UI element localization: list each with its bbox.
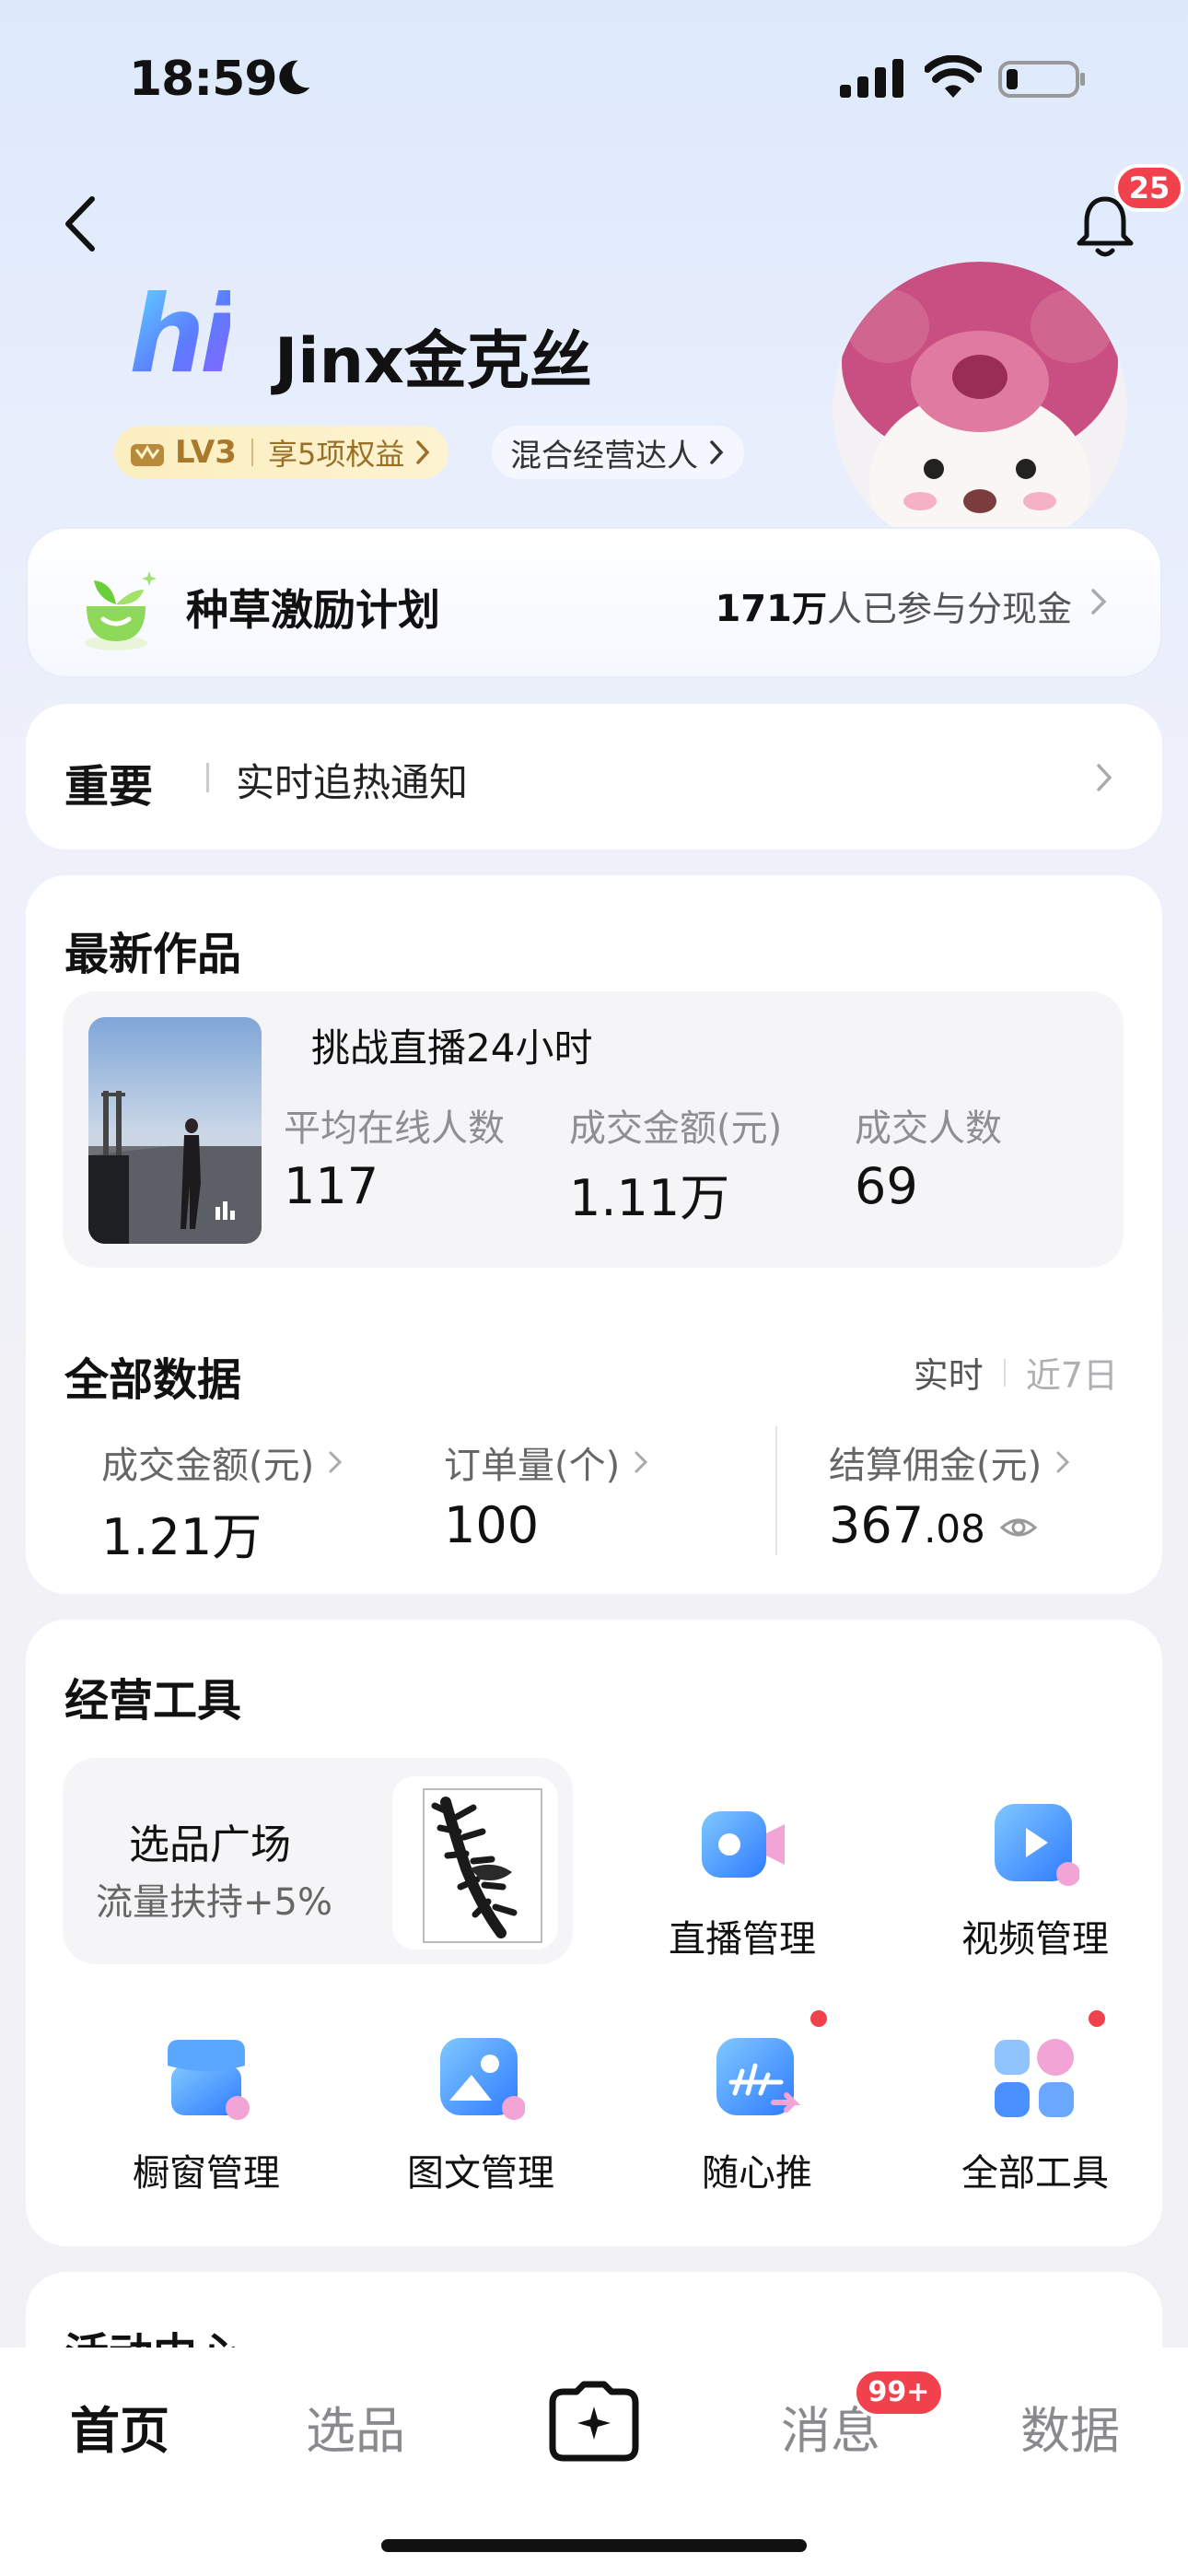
crown-badge-icon — [131, 444, 164, 466]
tool-boost[interactable]: 随心推 — [646, 2010, 868, 2196]
promo-title: 选品广场 — [129, 1821, 291, 1868]
thumbnail-image — [88, 1017, 262, 1244]
all-tools-grid-icon — [995, 2039, 1074, 2117]
metric-value: 69 — [855, 1157, 918, 1215]
divider — [1003, 1358, 1006, 1387]
work-title: 挑战直播24小时 — [311, 1025, 593, 1071]
stat-value-commission: 367 .08 — [829, 1496, 1037, 1554]
storefront-icon — [168, 2040, 250, 2120]
notification-badge: 25 — [1114, 164, 1184, 212]
tool-storefront-management[interactable]: 橱窗管理 — [96, 2034, 317, 2196]
new-dot — [810, 2010, 827, 2027]
metric-value: 117 — [284, 1157, 379, 1215]
chevron-right-icon — [710, 440, 724, 464]
stat-label-orders[interactable]: 订单量(个) — [444, 1435, 649, 1489]
tool-image-text-management[interactable]: 图文管理 — [370, 2034, 591, 2196]
stat-value-gmv: 1.21万 — [101, 1508, 262, 1566]
product-selection-plaza[interactable]: 选品广场 流量扶持+5% — [63, 1758, 573, 1964]
avatar-image — [833, 262, 1127, 556]
stat-label-text: 结算佣金(元) — [829, 1445, 1042, 1487]
role-tag-label: 混合经营达人 — [510, 437, 698, 474]
level-chip[interactable]: LV3 享5项权益 — [114, 426, 449, 479]
notice-label: 重要 — [64, 761, 154, 813]
status-time: 18:59 — [129, 52, 278, 107]
video-play-icon — [995, 1804, 1080, 1886]
camera-create-icon[interactable] — [549, 2381, 639, 2462]
range-realtime[interactable]: 实时 — [914, 1347, 984, 1398]
business-tools-card: 经营工具 选品广场 流量扶持+5% 直播管理 视频管理 橱窗管理 图文管理 随心… — [26, 1620, 1162, 2246]
stat-label-text: 订单量(个) — [444, 1445, 621, 1487]
eye-icon[interactable] — [999, 1513, 1037, 1542]
tool-video-management[interactable]: 视频管理 — [925, 1800, 1146, 1962]
promo-subtitle: 流量扶持+5% — [96, 1881, 332, 1924]
chevron-right-icon — [635, 1451, 648, 1473]
commission-decimal: .08 — [924, 1506, 985, 1551]
avatar[interactable] — [833, 262, 1127, 556]
chevron-right-icon — [1097, 764, 1112, 791]
sprout-icon — [85, 571, 157, 650]
tool-label: 图文管理 — [407, 2152, 554, 2195]
level-perk: 享5项权益 — [267, 437, 405, 472]
boost-icon — [716, 2038, 801, 2115]
promo-product-image — [392, 1776, 558, 1950]
divider — [250, 439, 253, 466]
stat-label-gmv[interactable]: 成交金额(元) — [101, 1435, 344, 1489]
commission-integer: 367 — [829, 1496, 925, 1554]
tool-live-management[interactable]: 直播管理 — [632, 1800, 853, 1962]
range-7-days[interactable]: 近7日 — [1026, 1347, 1118, 1398]
image-text-icon — [440, 2038, 526, 2120]
chevron-right-icon — [1091, 589, 1107, 615]
divider — [775, 1426, 777, 1555]
level-label: LV3 — [175, 434, 237, 471]
notice-text: 实时追热通知 — [236, 760, 469, 805]
important-notice-card[interactable]: 重要 实时追热通知 — [26, 704, 1162, 849]
new-dot — [1089, 2010, 1105, 2027]
back-arrow-icon[interactable] — [57, 193, 103, 254]
wifi-icon — [925, 55, 982, 98]
home-indicator[interactable] — [381, 2539, 807, 2552]
tool-label: 橱窗管理 — [133, 2152, 280, 2195]
nav-data[interactable]: 数据 — [1020, 2390, 1120, 2463]
live-camera-icon — [702, 1811, 785, 1878]
tool-label: 视频管理 — [961, 1918, 1109, 1961]
hi-logo: hi — [129, 273, 236, 397]
tools-title: 经营工具 — [64, 1675, 242, 1727]
all-data-title: 全部数据 — [64, 1354, 242, 1406]
work-thumbnail[interactable] — [88, 1017, 262, 1244]
moon-icon — [279, 60, 310, 95]
works-data-card: 最新作品 挑战直播24小时 平均在线人数 117 成交金额(元) 1.11万 成… — [26, 875, 1162, 1594]
tool-label: 随心推 — [702, 2152, 812, 2195]
stat-label-text: 成交金额(元) — [101, 1445, 315, 1487]
stat-label-commission[interactable]: 结算佣金(元) — [829, 1435, 1071, 1489]
stat-value-orders: 100 — [444, 1496, 540, 1554]
participants-number: 171 — [715, 588, 792, 630]
tool-label: 全部工具 — [961, 2152, 1109, 2195]
metric-label: 平均在线人数 — [284, 1107, 505, 1150]
metric-label: 成交金额(元) — [569, 1107, 783, 1150]
time-range-toggle[interactable]: 实时 近7日 — [914, 1347, 1118, 1398]
latest-work-item[interactable]: 挑战直播24小时 平均在线人数 117 成交金额(元) 1.11万 成交人数 6… — [63, 991, 1124, 1268]
tool-all-tools[interactable]: 全部工具 — [925, 2010, 1146, 2196]
messages-badge: 99+ — [853, 2368, 945, 2418]
battery-icon — [998, 61, 1085, 98]
metric-label: 成交人数 — [855, 1107, 1002, 1150]
participants-text: 人已参与分现金 — [826, 589, 1072, 629]
username: Jinx金克丝 — [274, 325, 592, 398]
cellular-signal-icon — [840, 59, 903, 98]
role-tag-chip[interactable]: 混合经营达人 — [492, 426, 744, 479]
incentive-title: 种草激励计划 — [186, 585, 440, 635]
participants-unit: 万 — [791, 589, 827, 629]
incentive-plan-card[interactable]: 种草激励计划 171 万 人已参与分现金 — [26, 527, 1162, 678]
tool-label: 直播管理 — [669, 1918, 816, 1961]
chevron-right-icon — [416, 440, 430, 464]
chevron-right-icon — [1056, 1451, 1070, 1473]
latest-works-title: 最新作品 — [64, 929, 242, 980]
divider — [206, 763, 209, 792]
chevron-right-icon — [329, 1451, 343, 1473]
metric-value: 1.11万 — [569, 1169, 730, 1227]
nav-home[interactable]: 首页 — [70, 2390, 169, 2463]
nav-products[interactable]: 选品 — [306, 2390, 405, 2463]
